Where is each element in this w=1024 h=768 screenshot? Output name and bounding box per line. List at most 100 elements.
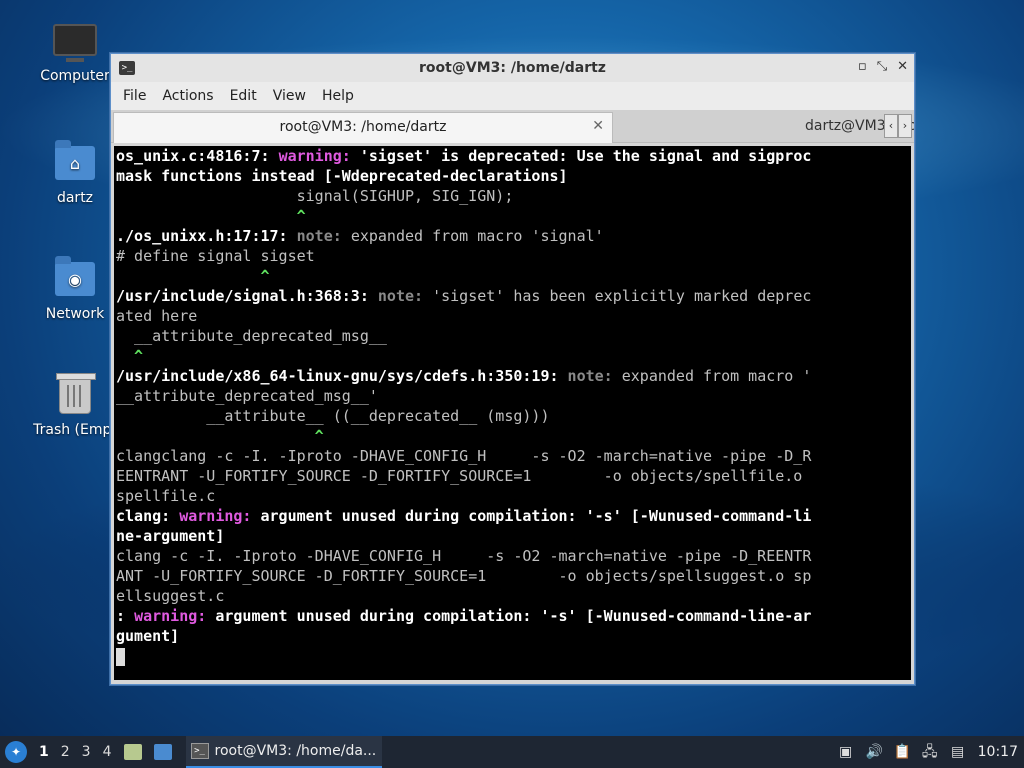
terminal-line: # define signal sigset (114, 246, 911, 266)
network-icon[interactable]: 🖧 (922, 744, 938, 760)
desktop-icon-network[interactable]: ◉ Network (30, 256, 120, 322)
terminal-line: __attribute_deprecated_msg__ (114, 326, 911, 346)
terminal-text: ^ (116, 347, 144, 365)
terminal-line: ellsuggest.c (114, 586, 911, 606)
terminal-line: gument] (114, 626, 911, 646)
tab-scroll-left-icon[interactable]: ‹ (884, 114, 898, 138)
start-menu-icon[interactable]: ✦ (5, 741, 27, 763)
terminal-line: __attribute__ ((__deprecated__ (msg))) (114, 406, 911, 426)
menu-actions[interactable]: Actions (154, 88, 221, 104)
terminal-line: clangclang -c -I. -Iproto -DHAVE_CONFIG_… (114, 446, 911, 466)
terminal-cursor (116, 647, 125, 666)
tab-dartz[interactable]: dartz@VM3: /home/dartz (613, 112, 914, 142)
terminal-line: ^ (114, 346, 911, 366)
trash-icon (53, 373, 97, 418)
terminal-line: ^ (114, 266, 911, 286)
terminal-line: ne-argument] (114, 526, 911, 546)
minimize-icon[interactable]: ▫ (858, 59, 867, 74)
home-folder-icon: ⌂ (53, 140, 97, 186)
terminal-text: __attribute_deprecated_msg__ (116, 327, 387, 345)
terminal-text: warning: (134, 607, 216, 625)
terminal-text: signal(SIGHUP, SIG_IGN); (116, 187, 514, 205)
terminal-text: ./os_unixx.h:17:17: (116, 227, 297, 245)
desktop-icon-label: Computer (40, 68, 110, 84)
volume-icon[interactable]: 🔊 (866, 744, 883, 760)
terminal-text: argument unused during compilation: '-s'… (260, 507, 812, 525)
terminal-line: /usr/include/signal.h:368:3: note: 'sigs… (114, 286, 911, 306)
terminal-text: ANT -U_FORTIFY_SOURCE -D_FORTIFY_SOURCE=… (116, 567, 812, 585)
terminal-line: signal(SIGHUP, SIG_IGN); (114, 186, 911, 206)
terminal-prompt-line[interactable] (114, 646, 911, 666)
menu-bar: File Actions Edit View Help (111, 82, 914, 110)
terminal-text: gument] (116, 627, 180, 645)
terminal-text: argument unused during compilation: '-s'… (215, 607, 812, 625)
removable-media-icon[interactable]: ▣ (838, 744, 854, 760)
terminal-text: expanded from macro ' (621, 367, 812, 385)
tab-scroll-right-icon[interactable]: › (898, 114, 912, 138)
menu-file[interactable]: File (115, 88, 154, 104)
terminal-text: note: (567, 367, 622, 385)
terminal-text: 'sigset' has been explicitly marked depr… (432, 287, 812, 305)
terminal-icon: >_ (190, 743, 209, 759)
show-desktop-icon[interactable] (153, 744, 172, 760)
terminal-text: warning: (179, 507, 261, 525)
notification-icon[interactable]: ▤ (950, 744, 966, 760)
terminal-text: ellsuggest.c (116, 587, 225, 605)
terminal-line: os_unix.c:4816:7: warning: 'sigset' is d… (114, 146, 911, 166)
workspace-2[interactable]: 2 (61, 744, 70, 760)
terminal-text: : (116, 607, 135, 625)
window-titlebar[interactable]: >_ root@VM3: /home/dartz ▫ ⤡ ✕ (111, 54, 914, 82)
terminal-text: # define signal sigset (116, 247, 315, 265)
desktop-icon-dartz[interactable]: ⌂ dartz (30, 140, 120, 206)
terminal-text: clang -c -I. -Iproto -DHAVE_CONFIG_H -s … (116, 547, 812, 565)
terminal-text: ^ (116, 427, 324, 445)
terminal-text: ated here (116, 307, 198, 325)
workspace-1[interactable]: 1 (39, 744, 49, 760)
close-tab-icon[interactable]: ✕ (592, 118, 604, 134)
terminal-output[interactable]: os_unix.c:4816:7: warning: 'sigset' is d… (114, 146, 911, 680)
tab-bar: root@VM3: /home/dartz ✕ dartz@VM3: /home… (111, 110, 914, 143)
desktop-icon-computer[interactable]: Computer (30, 24, 120, 84)
terminal-text: clangclang -c -I. -Iproto -DHAVE_CONFIG_… (116, 447, 812, 465)
maximize-icon[interactable]: ⤡ (877, 59, 887, 74)
terminal-line: ./os_unixx.h:17:17: note: expanded from … (114, 226, 911, 246)
terminal-line: ^ (114, 426, 911, 446)
terminal-line: /usr/include/x86_64-linux-gnu/sys/cdefs.… (114, 366, 911, 386)
terminal-text: expanded from macro 'signal' (350, 227, 604, 245)
menu-view[interactable]: View (265, 88, 314, 104)
terminal-line: : warning: argument unused during compil… (114, 606, 911, 626)
terminal-line: ^ (114, 206, 911, 226)
tab-root[interactable]: root@VM3: /home/dartz ✕ (113, 112, 613, 143)
terminal-text: EENTRANT -U_FORTIFY_SOURCE -D_FORTIFY_SO… (116, 467, 803, 485)
workspace-3[interactable]: 3 (82, 744, 91, 760)
terminal-text: clang: (116, 507, 180, 525)
terminal-text: warning: (278, 147, 360, 165)
workspace-4[interactable]: 4 (103, 744, 112, 760)
tab-label: root@VM3: /home/dartz (279, 119, 447, 135)
terminal-line: clang -c -I. -Iproto -DHAVE_CONFIG_H -s … (114, 546, 911, 566)
file-manager-icon[interactable] (123, 744, 142, 760)
menu-help[interactable]: Help (314, 88, 362, 104)
terminal-text: __attribute_deprecated_msg__' (116, 387, 378, 405)
menu-edit[interactable]: Edit (222, 88, 265, 104)
terminal-line: EENTRANT -U_FORTIFY_SOURCE -D_FORTIFY_SO… (114, 466, 911, 486)
desktop-icon-trash[interactable]: Trash (Empt (30, 373, 120, 438)
terminal-text: ^ (116, 207, 306, 225)
desktop-icon-label: Trash (Empt (33, 422, 117, 438)
taskbar: ✦ 1 2 3 4 >_ root@VM3: /home/da... ▣ 🔊 📋… (0, 736, 1024, 768)
close-icon[interactable]: ✕ (897, 59, 908, 74)
terminal-text: /usr/include/signal.h:368:3: (116, 287, 378, 305)
network-folder-icon: ◉ (53, 256, 97, 302)
terminal-text: ^ (116, 267, 270, 285)
monitor-icon (53, 24, 97, 64)
terminal-line: spellfile.c (114, 486, 911, 506)
desktop-icon-label: Network (45, 306, 105, 322)
taskbar-terminal-button[interactable]: >_ root@VM3: /home/da... (185, 736, 382, 768)
clipboard-icon[interactable]: 📋 (894, 744, 911, 760)
terminal-text: os_unix.c:4816:7: (116, 147, 279, 165)
terminal-text: mask functions instead [-Wdeprecated-dec… (116, 167, 568, 185)
terminal-line: __attribute_deprecated_msg__' (114, 386, 911, 406)
terminal-window: >_ root@VM3: /home/dartz ▫ ⤡ ✕ File Acti… (110, 53, 915, 685)
terminal-text: /usr/include/x86_64-linux-gnu/sys/cdefs.… (116, 367, 568, 385)
terminal-line: clang: warning: argument unused during c… (114, 506, 911, 526)
